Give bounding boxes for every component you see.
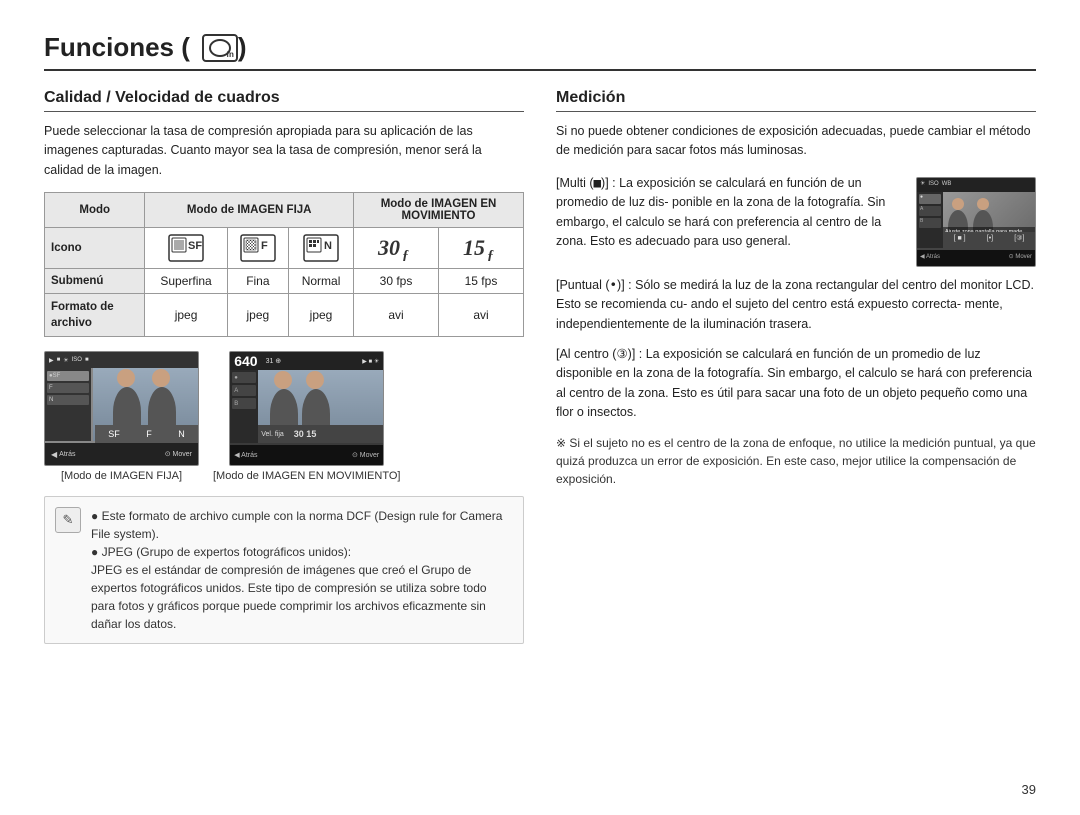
row-label-submenu: Submenú: [45, 269, 145, 294]
medi-multi-row: [Multi (■)] : La exposición se calculará…: [556, 173, 1036, 267]
cell-normal: Normal: [289, 269, 354, 294]
cell-30fps: 30 fps: [354, 269, 439, 294]
cell-superfina: Superfina: [145, 269, 227, 294]
person1-head: [117, 369, 135, 387]
medi-centro-term: [Al centro (③)]: [556, 347, 635, 361]
screen1-caption: [Modo de IMAGEN FIJA]: [61, 470, 182, 482]
medi-screen-small: ☀ISOWB ● A B: [916, 177, 1036, 267]
svg-text:ƒ: ƒ: [487, 248, 494, 263]
cam2-resolution: 640: [234, 353, 257, 369]
fn-label: fn: [226, 50, 234, 59]
row-label-formato: Formato dearchivo: [45, 294, 145, 337]
medi-puntual-row: [Puntual (•)] : Sólo se medirá la luz de…: [556, 275, 1036, 334]
cell-fmt-15fps: avi: [438, 294, 523, 337]
note-line3: JPEG es el estándar de compresión de imá…: [91, 563, 487, 631]
svg-text:30: 30: [377, 235, 400, 260]
cam2-sidebar: ● A B: [230, 370, 258, 443]
icon-normal: N: [289, 228, 354, 269]
cam2-bottom: ◀ Atrás ⊙ Mover: [230, 445, 383, 465]
medi-puntual-term: [Puntual (•)]: [556, 278, 625, 292]
cam1-ui: ▶■☀ISO■ ●SF F N: [45, 352, 198, 465]
cam2-item3: B: [232, 398, 256, 409]
svg-text:SF: SF: [188, 240, 202, 252]
note-icon: ✎: [55, 507, 81, 533]
left-column: Calidad / Velocidad de cuadros Puede sel…: [44, 89, 524, 783]
table-header-movimiento: Modo de IMAGEN ENMOVIMIENTO: [354, 193, 524, 228]
svg-text:ƒ: ƒ: [402, 248, 409, 263]
medi-centro-text: [Al centro (③)] : La exposición se calcu…: [556, 344, 1036, 423]
cam2-item1: ●: [232, 372, 256, 383]
svg-text:N: N: [324, 240, 332, 252]
svg-text:F: F: [261, 240, 268, 252]
cam2-person1-head: [274, 371, 292, 389]
screen2-wrapper: 640 31 ⊕ ▶ ■ ☀ ● A B: [213, 351, 400, 482]
left-section-title: Calidad / Velocidad de cuadros: [44, 89, 524, 112]
cam2-back: ◀ Atrás: [234, 451, 257, 459]
cam2-ok: ⊙ Mover: [352, 451, 379, 459]
note-box: ✎ ● Este formato de archivo cumple con l…: [44, 496, 524, 644]
cam1-icon-row: SFFN: [95, 425, 198, 443]
page-title-suffix: ): [238, 32, 247, 63]
note-line2: ● JPEG (Grupo de expertos fotográficos u…: [91, 545, 351, 559]
page-title: Funciones (: [44, 32, 190, 63]
note-line1: ● Este formato de archivo cumple con la …: [91, 509, 502, 541]
person2-head: [152, 369, 170, 387]
cam2-item2: A: [232, 385, 256, 396]
left-intro-text: Puede seleccionar la tasa de compresión …: [44, 122, 524, 180]
screen1-wrapper: ▶■☀ISO■ ●SF F N: [44, 351, 199, 482]
cam1-sidebar-item2: F: [47, 383, 89, 393]
content-columns: Calidad / Velocidad de cuadros Puede sel…: [44, 89, 1036, 783]
svg-text:15: 15: [463, 235, 485, 260]
medicion-content: Si no puede obtener condiciones de expos…: [556, 122, 1036, 488]
note-text-block: ● Este formato de archivo cumple con la …: [91, 507, 513, 633]
row-label-icono: Icono: [45, 228, 145, 269]
cell-15fps: 15 fps: [438, 269, 523, 294]
table-header-fija: Modo de IMAGEN FIJA: [145, 193, 354, 228]
medi-puntual-text: [Puntual (•)] : Sólo se medirá la luz de…: [556, 275, 1036, 334]
medi-multi-term: [Multi (■)]: [556, 176, 609, 190]
cam2-person2-head: [306, 371, 324, 389]
screen1-box: ▶■☀ISO■ ●SF F N: [44, 351, 199, 466]
icon-superfina: SF: [145, 228, 227, 269]
cam1-sidebar: ●SF F N: [45, 368, 91, 441]
cam1-back-label: ◀ Atrás: [51, 450, 76, 459]
table-row-submenu: Submenú Superfina Fina Normal 30 fps 15 …: [45, 269, 524, 294]
medicion-intro: Si no puede obtener condiciones de expos…: [556, 122, 1036, 161]
cell-fmt-fina: jpeg: [227, 294, 288, 337]
medicion-remark: ※ Si el sujeto no es el centro de la zon…: [556, 434, 1036, 488]
table-row-icono: Icono SF: [45, 228, 524, 269]
screen2-caption: [Modo de IMAGEN EN MOVIMIENTO]: [213, 470, 400, 482]
icon-15fps: 15 ƒ: [438, 228, 523, 269]
right-column: Medición Si no puede obtener condiciones…: [556, 89, 1036, 783]
cam2-icon-row: Vel. fija 30 15: [258, 425, 383, 443]
screen2-box: 640 31 ⊕ ▶ ■ ☀ ● A B: [229, 351, 384, 466]
cell-fmt-30fps: avi: [354, 294, 439, 337]
icon-fina: F: [227, 228, 288, 269]
medi-puntual-desc: : Sólo se medirá la luz de la zona recta…: [556, 278, 1034, 331]
medi-multi-text: [Multi (■)] : La exposición se calculará…: [556, 173, 906, 267]
page: Funciones ( fn ) Calidad / Velocidad de …: [0, 0, 1080, 815]
right-section-title: Medición: [556, 89, 1036, 112]
cell-fina: Fina: [227, 269, 288, 294]
icon-30fps: 30 ƒ: [354, 228, 439, 269]
table-row-formato: Formato dearchivo jpeg jpeg jpeg avi avi: [45, 294, 524, 337]
cam1-sidebar-item3: N: [47, 395, 89, 405]
page-header: Funciones ( fn ): [44, 32, 1036, 71]
page-number: 39: [1022, 782, 1036, 797]
cam2-topbar: 640 31 ⊕ ▶ ■ ☀: [230, 352, 383, 370]
table-header-modo: Modo: [45, 193, 145, 228]
cam1-bottom: ◀ Atrás ⊙ Mover: [45, 443, 198, 465]
cam1-ok-label: ⊙ Mover: [165, 450, 192, 458]
cell-fmt-superfina: jpeg: [145, 294, 227, 337]
quality-table: Modo Modo de IMAGEN FIJA Modo de IMAGEN …: [44, 192, 524, 337]
medi-centro-row: [Al centro (③)] : La exposición se calcu…: [556, 344, 1036, 423]
screen-mockups: ▶■☀ISO■ ●SF F N: [44, 351, 524, 482]
cell-fmt-normal: jpeg: [289, 294, 354, 337]
cam1-sidebar-item1: ●SF: [47, 371, 89, 381]
camera-fn-icon: fn: [202, 34, 238, 62]
